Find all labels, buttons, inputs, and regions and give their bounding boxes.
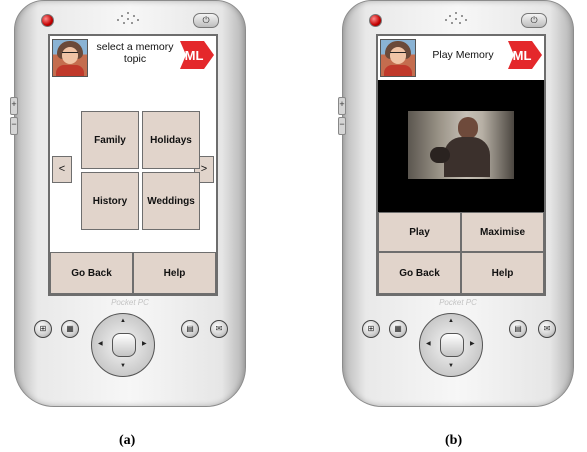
dpad-right-icon[interactable]: ▶: [142, 340, 147, 347]
side-button-down[interactable]: −: [338, 117, 346, 135]
windows-icon[interactable]: ⊞: [362, 320, 380, 338]
pocketpc-brand: Pocket PC: [111, 298, 149, 307]
avatar: [380, 39, 416, 77]
screen-header: Play Memory ML: [378, 36, 544, 80]
video-frame: [408, 111, 514, 179]
speaker-icon: [115, 12, 141, 26]
speaker-icon: [443, 12, 469, 26]
calendar-icon[interactable]: ▦: [389, 320, 407, 338]
video-player[interactable]: [378, 80, 544, 212]
previous-page-button[interactable]: <: [52, 156, 72, 183]
calendar-icon[interactable]: ▦: [61, 320, 79, 338]
contacts-icon[interactable]: ▤: [509, 320, 527, 338]
power-icon: ⏻: [202, 15, 210, 25]
dpad-left-icon[interactable]: ◀: [98, 340, 103, 347]
topic-holidays-button[interactable]: Holidays: [142, 111, 200, 169]
screen-b: Play Memory ML Play Maximise Go Back Hel…: [376, 34, 546, 296]
side-button-up[interactable]: +: [10, 97, 18, 115]
play-button[interactable]: Play: [378, 212, 461, 252]
screen-a: select a memory topic ML < > Family Holi…: [48, 34, 218, 296]
screen-header: select a memory topic ML: [50, 36, 216, 80]
svg-text:ML: ML: [513, 48, 532, 63]
topic-family-button[interactable]: Family: [81, 111, 139, 169]
dpad-icon[interactable]: ▲ ▼ ◀ ▶: [419, 313, 483, 377]
figure-caption-b: (b): [445, 433, 463, 448]
ml-logo: ML: [180, 41, 214, 69]
mail-icon[interactable]: ✉: [538, 320, 556, 338]
pocketpc-device-a: + − ⏻ select a memory topic ML < > Famil…: [10, 0, 246, 407]
dpad-up-icon[interactable]: ▲: [448, 318, 454, 324]
dpad-down-icon[interactable]: ▼: [448, 363, 454, 369]
dpad-left-icon[interactable]: ◀: [426, 340, 431, 347]
bottom-button-row: Go Back Help: [50, 252, 216, 294]
led-icon: [369, 14, 382, 27]
pocketpc-device-b: + − ⏻ Play Memory ML Play Maximise Go Ba…: [338, 0, 574, 407]
power-button[interactable]: ⏻: [193, 13, 219, 28]
dpad-icon[interactable]: ▲ ▼ ◀ ▶: [91, 313, 155, 377]
led-icon: [41, 14, 54, 27]
power-icon: ⏻: [530, 15, 538, 25]
ml-logo: ML: [508, 41, 542, 69]
page-title: select a memory topic: [96, 41, 174, 65]
side-button-down[interactable]: −: [10, 117, 18, 135]
go-back-button[interactable]: Go Back: [378, 252, 461, 294]
dpad-down-icon[interactable]: ▼: [120, 363, 126, 369]
mail-icon[interactable]: ✉: [210, 320, 228, 338]
dpad-right-icon[interactable]: ▶: [470, 340, 475, 347]
pocketpc-brand: Pocket PC: [439, 298, 477, 307]
side-button-up[interactable]: +: [338, 97, 346, 115]
contacts-icon[interactable]: ▤: [181, 320, 199, 338]
playback-button-row: Play Maximise: [378, 212, 544, 252]
avatar: [52, 39, 88, 77]
help-button[interactable]: Help: [133, 252, 216, 294]
windows-icon[interactable]: ⊞: [34, 320, 52, 338]
figure-caption-a: (a): [119, 433, 136, 448]
help-button[interactable]: Help: [461, 252, 544, 294]
maximise-button[interactable]: Maximise: [461, 212, 544, 252]
dpad-up-icon[interactable]: ▲: [120, 318, 126, 324]
bottom-button-row: Go Back Help: [378, 252, 544, 294]
power-button[interactable]: ⏻: [521, 13, 547, 28]
svg-text:ML: ML: [185, 48, 204, 63]
go-back-button[interactable]: Go Back: [50, 252, 133, 294]
dpad-center-button[interactable]: [112, 333, 136, 357]
topic-history-button[interactable]: History: [81, 172, 139, 230]
dpad-center-button[interactable]: [440, 333, 464, 357]
page-title: Play Memory: [432, 49, 494, 61]
topic-weddings-button[interactable]: Weddings: [142, 172, 200, 230]
